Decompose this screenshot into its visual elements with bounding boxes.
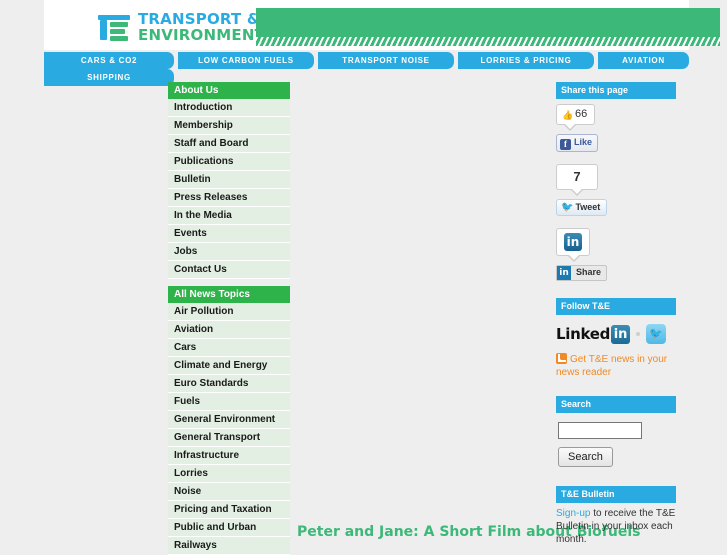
sidebar-item-general-environment[interactable]: General Environment: [168, 411, 290, 429]
twitter-tweet-count: 7: [556, 164, 598, 196]
share-heading: Share this page: [556, 82, 676, 99]
search-heading: Search: [556, 396, 676, 413]
sidebar-item-aviation[interactable]: Aviation: [168, 321, 290, 339]
sidebar-section-topics: All News Topics Air Pollution Aviation C…: [168, 286, 290, 555]
sidebar-item-introduction[interactable]: Introduction: [168, 99, 290, 117]
twitter-tweet-button[interactable]: 🐦 Tweet: [556, 199, 608, 216]
site-logo[interactable]: TRANSPORT & ENVIRONMENT: [96, 8, 265, 46]
bulletin-box: T&E Bulletin Sign-up to receive the T&E …: [556, 486, 676, 546]
facebook-like-count: 66: [556, 104, 596, 131]
right-sidebar-spacer-2: [556, 386, 676, 396]
sidebar-item-lorries[interactable]: Lorries: [168, 465, 290, 483]
sidebar-item-bulletin[interactable]: Bulletin: [168, 171, 290, 189]
bulletin-text: Sign-up to receive the T&E Bulletin in y…: [556, 503, 676, 546]
sidebar-heading-all-news-topics[interactable]: All News Topics: [168, 286, 290, 303]
linkedin-wordmark: Linked: [556, 325, 611, 343]
right-sidebar-spacer-3: [556, 474, 676, 486]
nav-tab-transport-noise[interactable]: TRANSPORT NOISE: [318, 52, 454, 69]
main-content-area: [292, 82, 550, 522]
follow-icons-row: Linked in: [556, 324, 676, 344]
follow-body: Linkedin Get T&E news in your news reade…: [556, 315, 676, 379]
nav-tab-shipping[interactable]: SHIPPING: [44, 69, 174, 86]
sidebar-item-public-and-urban[interactable]: Public and Urban: [168, 519, 290, 537]
sidebar-item-noise[interactable]: Noise: [168, 483, 290, 501]
search-body: Search: [556, 413, 676, 467]
twitter-tweet-label: Tweet: [575, 202, 601, 212]
thumbs-up-icon: [562, 109, 572, 119]
sidebar-heading-about[interactable]: About Us: [168, 82, 290, 99]
linkedin-profile-link[interactable]: Linked in: [556, 324, 631, 344]
linkedin-icon: in: [564, 233, 582, 251]
sidebar-item-jobs[interactable]: Jobs: [168, 243, 290, 261]
follow-box: Follow T&E Linkedin Get T&E news in your…: [556, 298, 676, 379]
rss-link-label[interactable]: Get T&E news in your news reader: [556, 354, 667, 378]
linkedin-share-count-box: in: [556, 228, 590, 262]
linkedin-share-button[interactable]: in Share: [556, 265, 608, 281]
facebook-icon: f: [560, 139, 571, 150]
twitter-profile-icon[interactable]: [646, 324, 667, 344]
site-header: TRANSPORT & ENVIRONMENT: [44, 0, 720, 50]
logo-line-2: ENVIRONMENT: [138, 25, 266, 44]
sidebar-item-staff-and-board[interactable]: Staff and Board: [168, 135, 290, 153]
follow-heading: Follow T&E: [556, 298, 676, 315]
linkedin-share-label: Share: [576, 267, 602, 277]
sidebar-item-membership[interactable]: Membership: [168, 117, 290, 135]
search-button[interactable]: Search: [558, 447, 613, 467]
rss-row[interactable]: Get T&E news in your news reader: [556, 353, 676, 379]
sidebar-section-about: About Us Introduction Membership Staff a…: [168, 82, 290, 279]
sidebar-item-in-the-media[interactable]: In the Media: [168, 207, 290, 225]
left-sidebar: About Us Introduction Membership Staff a…: [168, 82, 290, 555]
sidebar-item-cars[interactable]: Cars: [168, 339, 290, 357]
bulletin-signup-link[interactable]: Sign-up: [556, 508, 590, 519]
header-banner: [256, 8, 720, 46]
nav-tab-aviation[interactable]: AVIATION: [598, 52, 689, 69]
sidebar-item-euro-standards[interactable]: Euro Standards: [168, 375, 290, 393]
sidebar-item-pricing-and-taxation[interactable]: Pricing and Taxation: [168, 501, 290, 519]
facebook-like-button[interactable]: f Like: [556, 134, 599, 152]
sidebar-item-infrastructure[interactable]: Infrastructure: [168, 447, 290, 465]
sidebar-item-contact-us[interactable]: Contact Us: [168, 261, 290, 279]
twitter-bird-icon: 🐦: [561, 202, 574, 213]
right-sidebar: Share this page 66 fLike 7 🐦Tweet: [556, 82, 676, 553]
share-body: 66 fLike 7 🐦Tweet in: [556, 99, 676, 281]
logo-line-1: TRANSPORT &: [138, 9, 261, 28]
linkedin-in-icon: in: [611, 324, 631, 344]
search-box: Search Search: [556, 396, 676, 467]
sidebar-item-publications[interactable]: Publications: [168, 153, 290, 171]
sidebar-item-press-releases[interactable]: Press Releases: [168, 189, 290, 207]
nav-tab-cars-co2[interactable]: CARS & CO2: [44, 52, 174, 69]
facebook-like-label: Like: [574, 137, 593, 147]
logo-wordmark: TRANSPORT & ENVIRONMENT: [138, 9, 266, 44]
sidebar-item-railways[interactable]: Railways: [168, 537, 290, 555]
banner-stripe-pattern: [256, 37, 720, 46]
nav-tab-low-carbon-fuels[interactable]: LOW CARBON FUELS: [178, 52, 314, 69]
primary-nav: CARS & CO2 SHIPPING LOW CARBON FUELS TRA…: [44, 52, 689, 86]
share-spacer-2: [556, 216, 676, 228]
right-sidebar-spacer-1: [556, 288, 676, 298]
sidebar-item-events[interactable]: Events: [168, 225, 290, 243]
sidebar-item-general-transport[interactable]: General Transport: [168, 429, 290, 447]
sidebar-item-air-pollution[interactable]: Air Pollution: [168, 303, 290, 321]
facebook-count-value: 66: [575, 108, 588, 120]
linkedin-mini-icon: in: [557, 266, 571, 280]
share-box: Share this page 66 fLike 7 🐦Tweet: [556, 82, 676, 281]
share-spacer-1: [556, 152, 676, 164]
separator-dot: [636, 332, 641, 336]
bulletin-heading: T&E Bulletin: [556, 486, 676, 503]
sidebar-item-climate-and-energy[interactable]: Climate and Energy: [168, 357, 290, 375]
nav-tab-lorries-pricing[interactable]: LORRIES & PRICING: [458, 52, 594, 69]
te-monogram-icon: [96, 11, 132, 43]
page-root: TRANSPORT & ENVIRONMENT CARS & CO2 SHIPP…: [0, 0, 727, 555]
rss-icon: [556, 353, 567, 364]
sidebar-item-fuels[interactable]: Fuels: [168, 393, 290, 411]
search-input[interactable]: [558, 422, 642, 439]
